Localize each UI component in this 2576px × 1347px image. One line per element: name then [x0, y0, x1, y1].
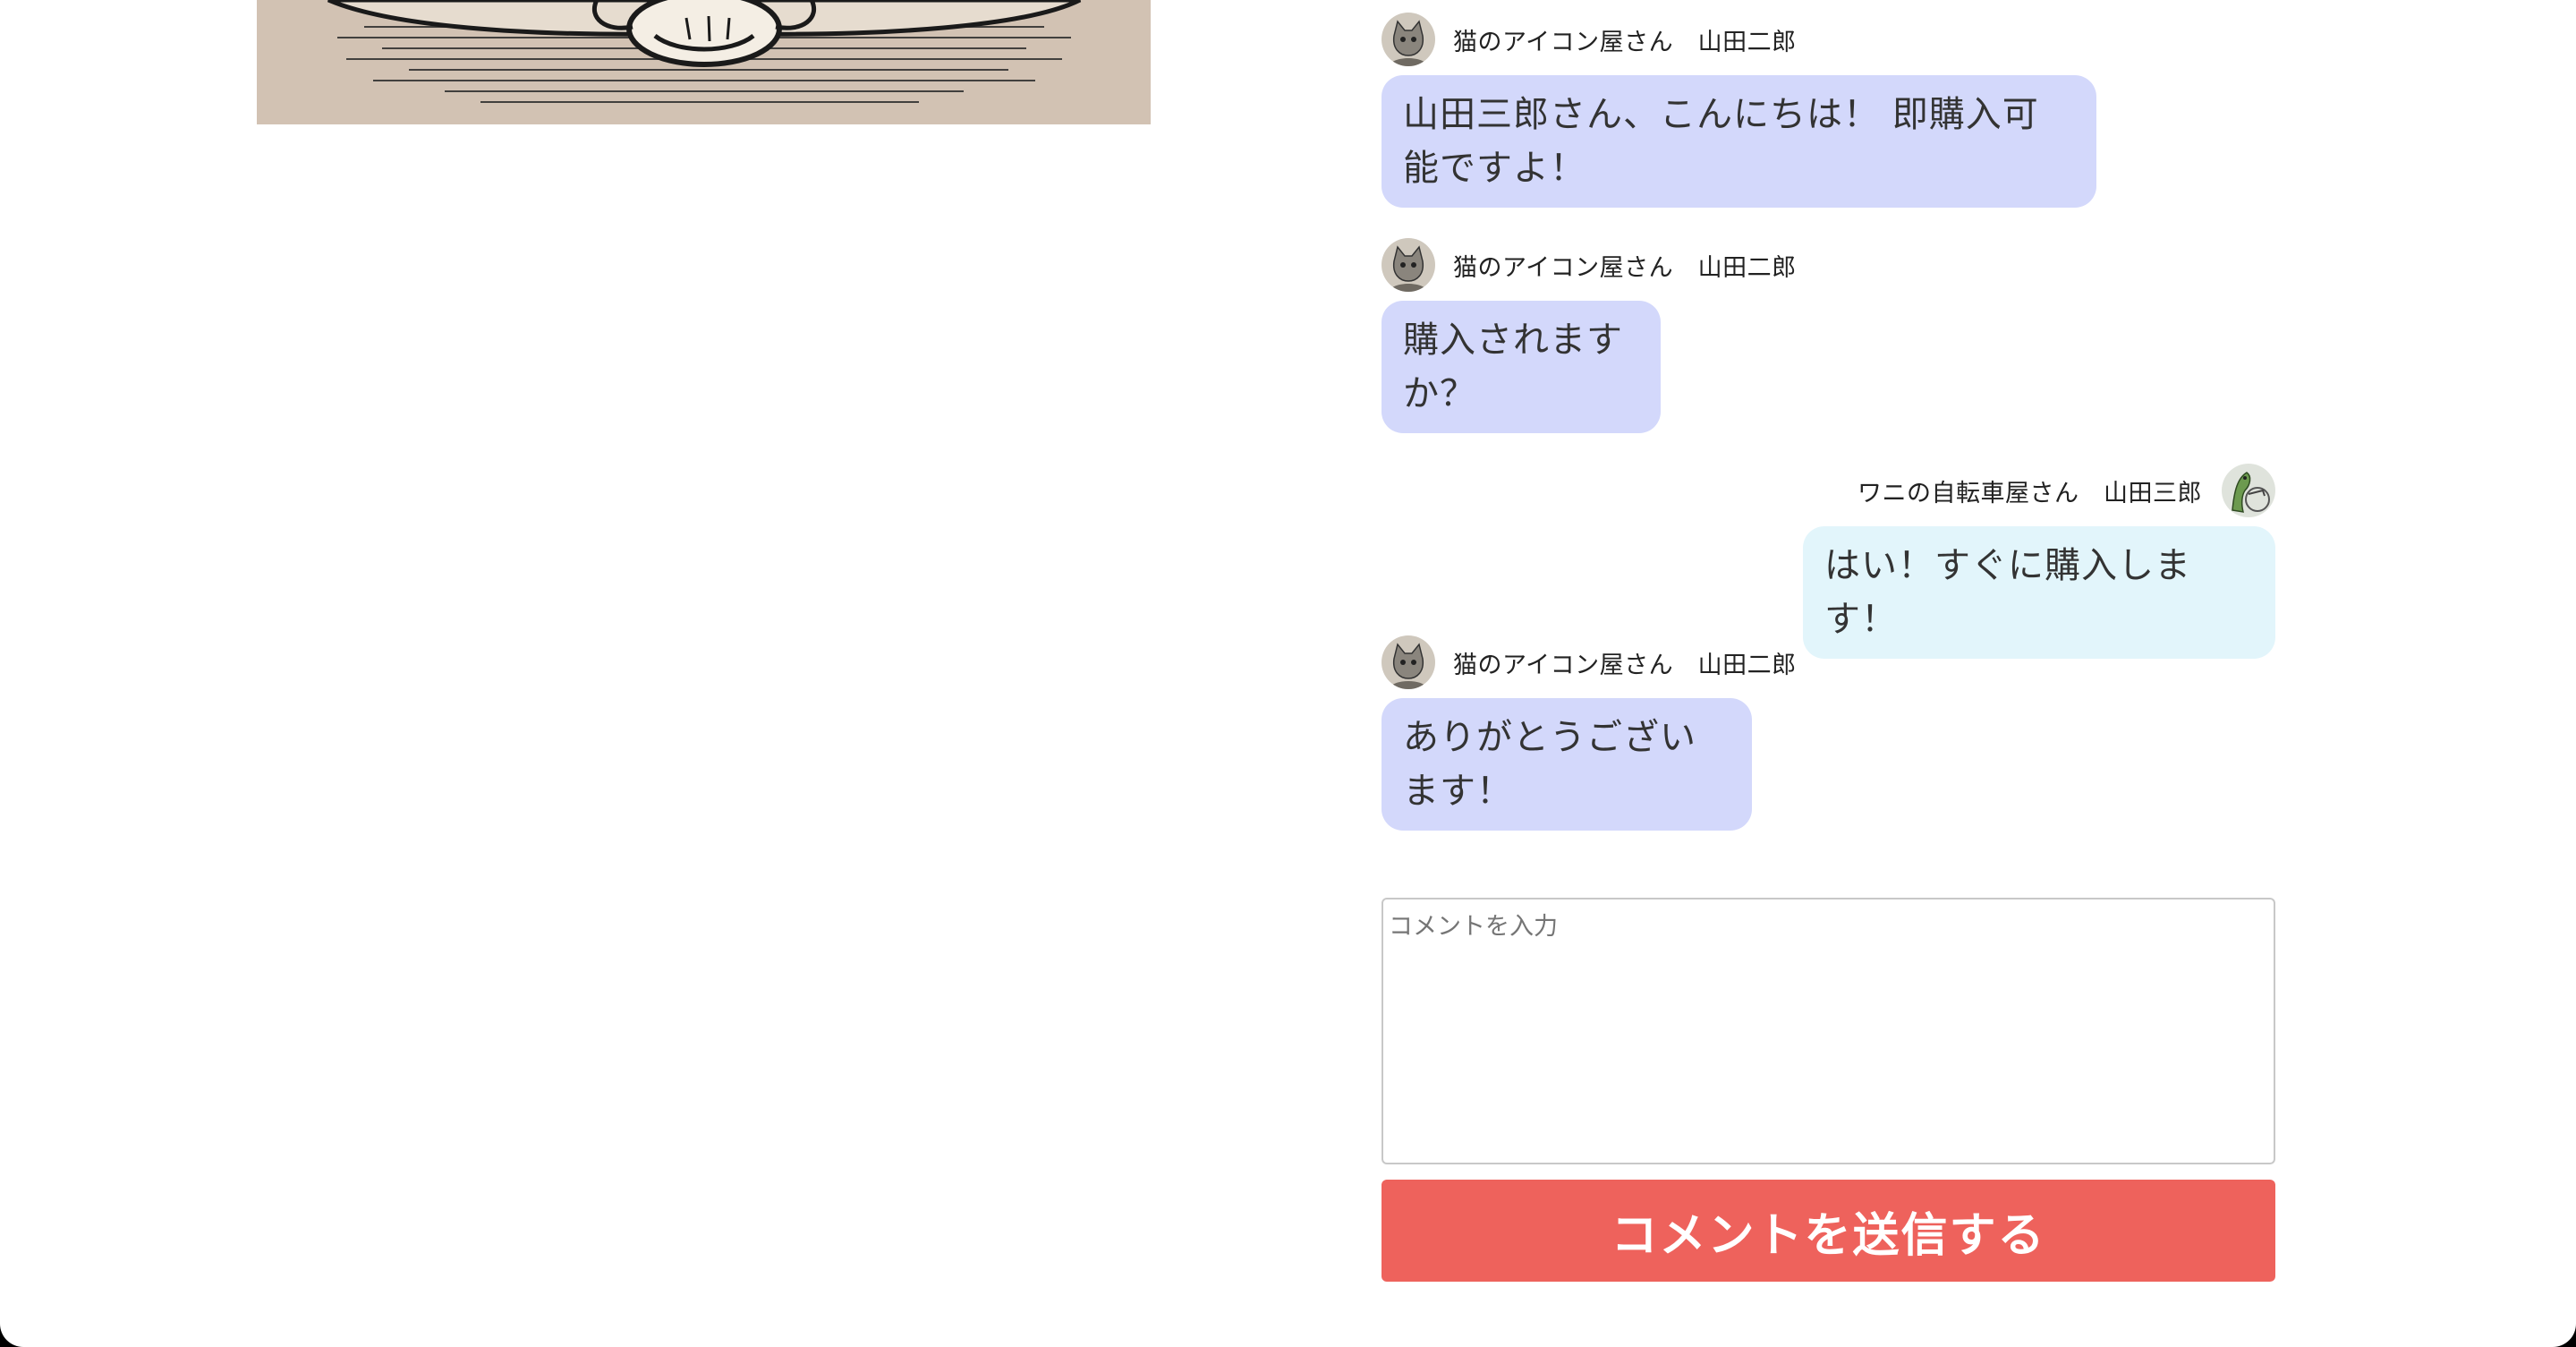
- sender-name: ワニの自転車屋さん 山田三郎: [1858, 479, 2202, 507]
- product-image: [257, 0, 1151, 124]
- message-header: ワニの自転車屋さん 山田三郎: [1858, 464, 2275, 517]
- sender-name: 猫のアイコン屋さん 山田二郎: [1453, 28, 1797, 56]
- message-bubble: ありがとうございます！: [1382, 698, 1752, 831]
- message-header: 猫のアイコン屋さん 山田二郎: [1382, 635, 1797, 689]
- page: 猫のアイコン屋さん 山田二郎 山田三郎さん、こんにちは！ 即購入可能ですよ！ 猫…: [0, 0, 2576, 1347]
- cat-avatar-icon[interactable]: [1382, 635, 1435, 689]
- comment-input[interactable]: [1382, 898, 2275, 1164]
- sender-name: 猫のアイコン屋さん 山田二郎: [1453, 253, 1797, 282]
- sender-name: 猫のアイコン屋さん 山田二郎: [1453, 651, 1797, 679]
- crocodile-avatar-icon[interactable]: [2222, 464, 2275, 517]
- message-header: 猫のアイコン屋さん 山田二郎: [1382, 13, 1797, 66]
- message-bubble: はい！すぐに購入します！: [1803, 526, 2275, 659]
- cat-avatar-icon[interactable]: [1382, 13, 1435, 66]
- cat-avatar-icon[interactable]: [1382, 238, 1435, 292]
- submit-comment-button[interactable]: コメントを送信する: [1382, 1180, 2275, 1282]
- message-header: 猫のアイコン屋さん 山田二郎: [1382, 238, 1797, 292]
- cat-illustration: [327, 0, 1082, 103]
- message-bubble: 購入されますか？: [1382, 301, 1661, 433]
- message-bubble: 山田三郎さん、こんにちは！ 即購入可能ですよ！: [1382, 75, 2096, 208]
